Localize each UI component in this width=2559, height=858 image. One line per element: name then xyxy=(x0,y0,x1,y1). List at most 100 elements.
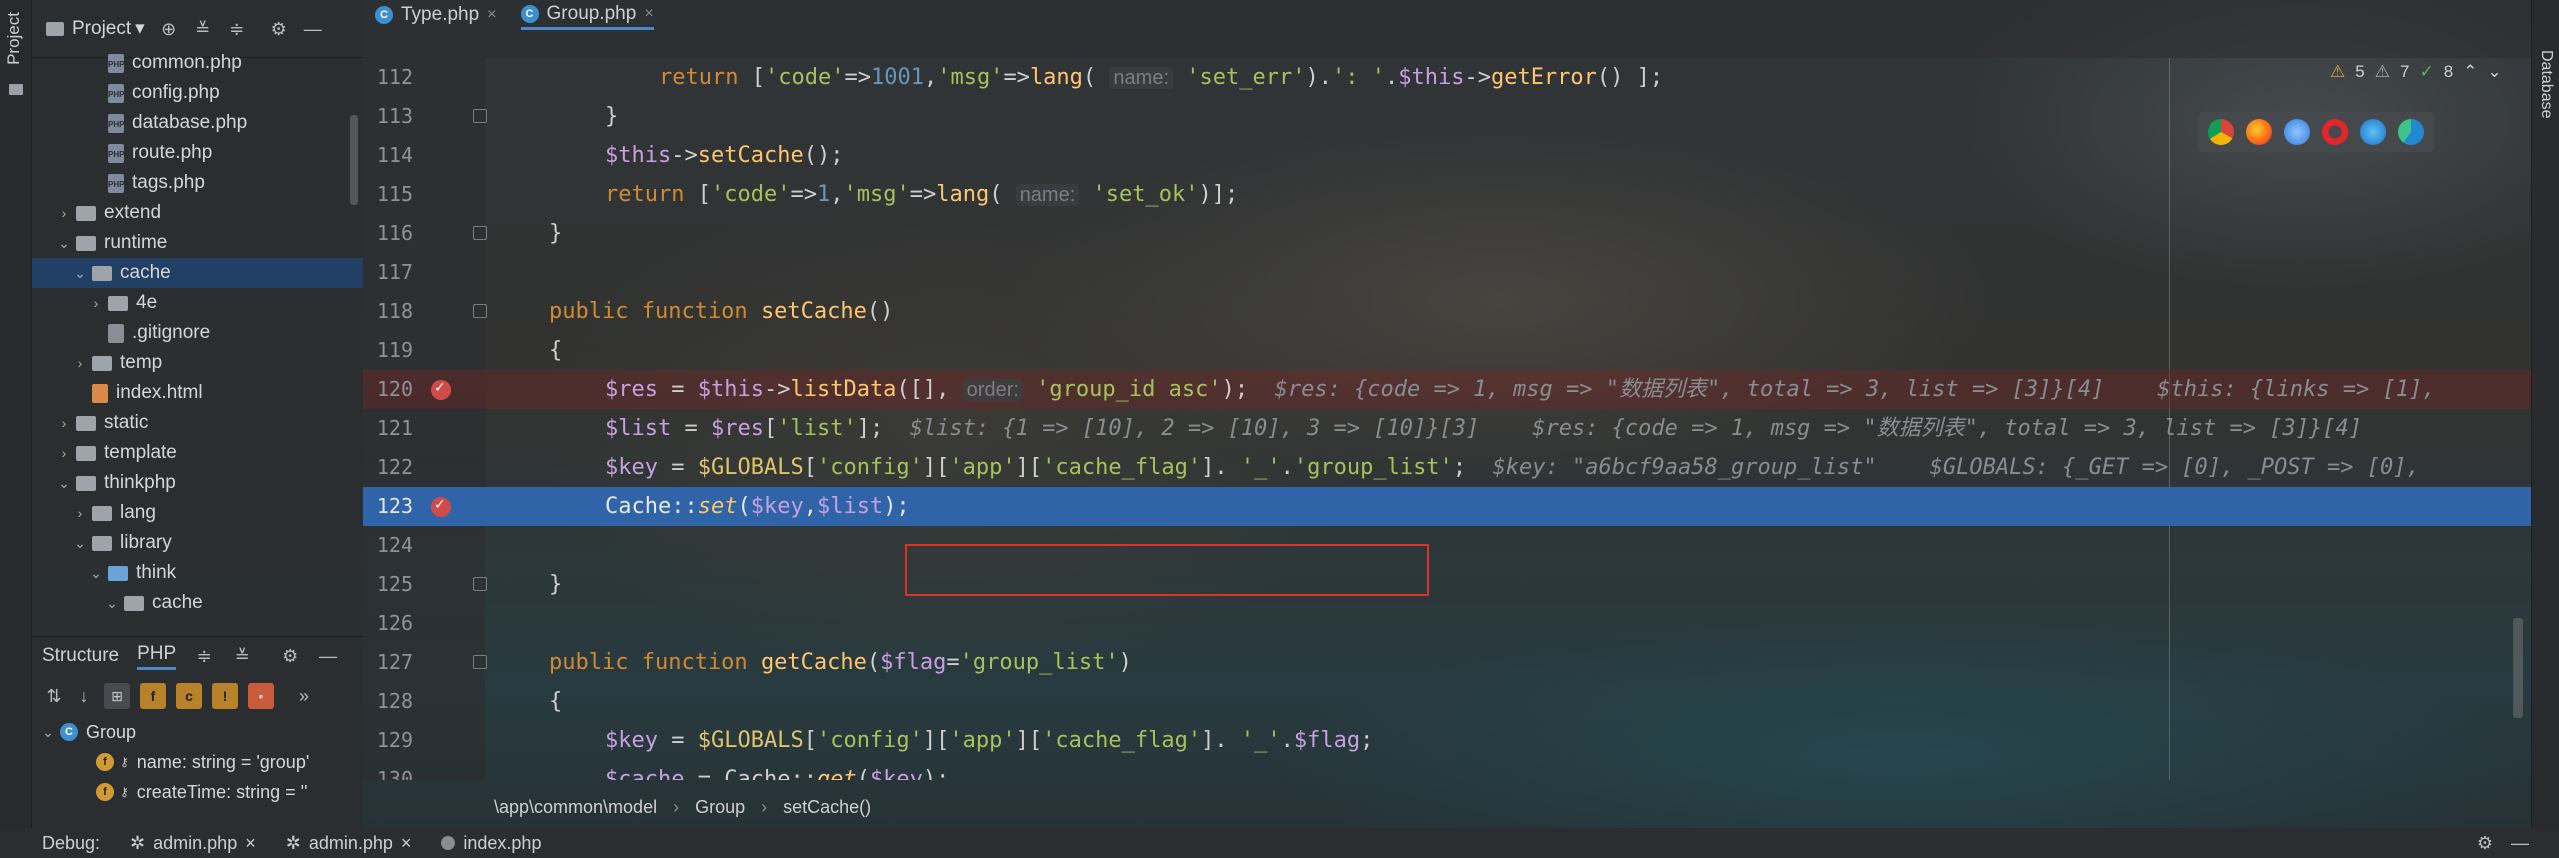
code-line[interactable]: 119 { xyxy=(363,331,2531,370)
close-icon[interactable]: × xyxy=(401,833,412,854)
code-line[interactable]: 128 { xyxy=(363,682,2531,721)
close-icon[interactable]: × xyxy=(245,833,256,854)
chevron-right-icon[interactable]: › xyxy=(72,505,88,521)
tree-item[interactable]: › static xyxy=(32,408,363,438)
fold-icon[interactable] xyxy=(473,577,487,591)
structure-field-row[interactable]: f ⚷ createTime: string = '' xyxy=(32,777,363,807)
project-tool-tab[interactable]: Project xyxy=(4,12,24,65)
chevron-right-icon[interactable]: › xyxy=(56,445,72,461)
code-line[interactable]: 125 } xyxy=(363,565,2531,604)
tab-php[interactable]: PHP xyxy=(137,643,177,670)
fold-icon[interactable] xyxy=(473,304,487,318)
tree-item[interactable]: .gitignore xyxy=(32,318,363,348)
inspections-widget[interactable]: ⚠ 5 ⚠ 7 ✓ 8 ⌃ ⌄ xyxy=(2330,58,2502,86)
close-icon[interactable]: × xyxy=(644,5,653,23)
ie-icon[interactable] xyxy=(2360,119,2386,145)
structure-class-row[interactable]: ⌄ C Group xyxy=(32,717,363,747)
tree-item[interactable]: PHP route.php xyxy=(32,138,363,168)
code-line[interactable]: 124 xyxy=(363,526,2531,565)
code-line[interactable]: 122 $key = $GLOBALS['config']['app']['ca… xyxy=(363,448,2531,487)
more-icon[interactable]: » xyxy=(294,686,314,706)
tree-item[interactable]: ⌄ runtime xyxy=(32,228,363,258)
code-line[interactable]: 121 $list = $res['list']; $list: {1 => [… xyxy=(363,409,2531,448)
gear-icon[interactable]: ⚙ xyxy=(280,646,300,666)
fold-icon[interactable] xyxy=(473,226,487,240)
sort-visibility-icon[interactable]: ⇅ xyxy=(44,686,64,706)
target-icon[interactable]: ⊕ xyxy=(159,19,179,39)
minimize-icon[interactable]: — xyxy=(318,646,338,666)
opera-icon[interactable] xyxy=(2322,119,2348,145)
tree-item[interactable]: › 4e xyxy=(32,288,363,318)
show-fields-icon[interactable]: f xyxy=(140,683,166,709)
show-inherited-icon[interactable]: ⊞ xyxy=(104,683,130,709)
chevron-right-icon[interactable]: › xyxy=(72,355,88,371)
tab-group-php[interactable]: C Group.php × xyxy=(509,0,666,58)
chevron-down-icon[interactable]: ⌄ xyxy=(72,535,88,552)
chevron-down-icon[interactable]: ⌄ xyxy=(56,475,72,492)
chevron-down-icon[interactable]: ⌄ xyxy=(72,265,88,282)
tree-item[interactable]: ⌄ library xyxy=(32,528,363,558)
database-tool-tab[interactable]: Database xyxy=(2537,50,2555,119)
breakpoint-icon[interactable] xyxy=(431,496,451,517)
code-line[interactable]: 117 xyxy=(363,253,2531,292)
tree-item[interactable]: PHP config.php xyxy=(32,78,363,108)
tree-item[interactable]: › lang xyxy=(32,498,363,528)
chevron-down-icon[interactable]: ⌄ xyxy=(88,565,104,582)
debug-session-tab[interactable]: ✲ admin.php × xyxy=(286,833,412,854)
collapse-all-icon[interactable]: ≚ xyxy=(193,19,213,39)
code-line[interactable]: 115 return ['code'=>1,'msg'=>lang( name:… xyxy=(363,175,2531,214)
code-line[interactable]: 112 return ['code'=>1001,'msg'=>lang( na… xyxy=(363,58,2531,97)
project-view-selector[interactable]: Project ▾ xyxy=(46,17,145,40)
tab-type-php[interactable]: C Type.php × xyxy=(363,0,509,58)
project-tree-scrollbar[interactable] xyxy=(350,115,358,205)
chevron-right-icon[interactable]: › xyxy=(56,205,72,221)
tree-item[interactable]: ⌄ think xyxy=(32,558,363,588)
minimize-icon[interactable]: — xyxy=(2511,833,2529,854)
breadcrumb-item[interactable]: setCache() xyxy=(783,797,871,818)
tree-item[interactable]: index.html xyxy=(32,378,363,408)
sort-alpha-icon[interactable]: ↓ xyxy=(74,686,94,706)
tree-item[interactable]: ⌄ thinkphp xyxy=(32,468,363,498)
fold-icon[interactable] xyxy=(473,109,487,123)
tree-item[interactable]: › temp xyxy=(32,348,363,378)
chevron-up-icon[interactable]: ⌃ xyxy=(2463,62,2477,82)
editor-scrollbar[interactable] xyxy=(2513,618,2523,718)
show-lambdas-icon[interactable]: ▪ xyxy=(248,683,274,709)
show-constants-icon[interactable]: c xyxy=(176,683,202,709)
collapse-all-icon[interactable]: ≚ xyxy=(232,646,252,666)
gear-icon[interactable]: ⚙ xyxy=(2477,833,2493,854)
chevron-down-icon[interactable]: ⌄ xyxy=(104,595,120,612)
chrome-icon[interactable] xyxy=(2208,119,2234,145)
debug-session-tab[interactable]: ✲ admin.php × xyxy=(130,833,256,854)
tree-item[interactable]: ⌄ cache xyxy=(32,588,363,618)
breadcrumb-item[interactable]: \app\common\model xyxy=(494,797,657,818)
fold-icon[interactable] xyxy=(473,655,487,669)
tree-item[interactable]: › template xyxy=(32,438,363,468)
safari-icon[interactable] xyxy=(2284,119,2310,145)
tree-item[interactable]: PHP common.php xyxy=(32,48,363,78)
chevron-right-icon[interactable]: › xyxy=(56,415,72,431)
structure-field-row[interactable]: f ⚷ name: string = 'group' xyxy=(32,747,363,777)
expand-all-icon[interactable]: ≑ xyxy=(227,19,247,39)
expand-all-icon[interactable]: ≑ xyxy=(194,646,214,666)
code-line-current[interactable]: 123 Cache::set($key,$list); xyxy=(363,487,2531,526)
tree-item[interactable]: › extend xyxy=(32,198,363,228)
edge-icon[interactable] xyxy=(2398,119,2424,145)
code-line[interactable]: 126 xyxy=(363,604,2531,643)
code-line[interactable]: 116 } xyxy=(363,214,2531,253)
tree-item[interactable]: ⌄ cache xyxy=(32,258,363,288)
firefox-icon[interactable] xyxy=(2246,119,2272,145)
show-non-public-icon[interactable]: ! xyxy=(212,683,238,709)
chevron-down-icon[interactable]: ⌄ xyxy=(56,235,72,252)
code-line[interactable]: 127 public function getCache($flag='grou… xyxy=(363,643,2531,682)
breakpoint-icon[interactable] xyxy=(431,379,451,400)
code-line[interactable]: 129 $key = $GLOBALS['config']['app']['ca… xyxy=(363,721,2531,760)
code-line[interactable]: 130 $cache = Cache::get($key); xyxy=(363,760,2531,780)
tree-item[interactable]: PHP tags.php xyxy=(32,168,363,198)
chevron-right-icon[interactable]: › xyxy=(88,295,104,311)
code-line-breakpoint[interactable]: 120 $res = $this->listData([], order: 'g… xyxy=(363,370,2531,409)
minimize-icon[interactable]: — xyxy=(303,19,323,39)
breadcrumb-item[interactable]: Group xyxy=(695,797,745,818)
code-editor[interactable]: 112 return ['code'=>1001,'msg'=>lang( na… xyxy=(363,58,2531,780)
chevron-down-icon[interactable]: ⌄ xyxy=(2487,62,2501,82)
